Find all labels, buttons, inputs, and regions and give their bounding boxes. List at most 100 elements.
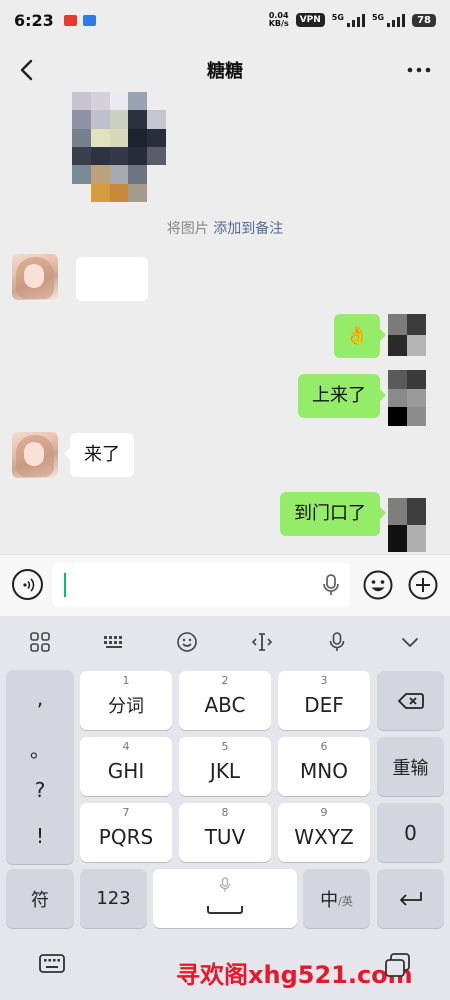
key-number: 3: [320, 674, 328, 687]
key-number: 4: [122, 740, 130, 753]
key-number: 6: [320, 740, 328, 753]
voice-waves-icon: [22, 577, 34, 592]
lang-main-label: 中: [320, 889, 339, 911]
number-mode-key[interactable]: 123: [80, 869, 147, 928]
enter-icon: [399, 891, 422, 906]
keyboard-icon[interactable]: [38, 952, 66, 976]
punctuation-list[interactable]: , 。 ? !: [6, 670, 74, 864]
add-to-remark-link[interactable]: 添加到备注: [213, 221, 283, 237]
punct-question[interactable]: ?: [6, 778, 74, 802]
microphone-small-icon: [219, 877, 231, 892]
pixelated-photo-message[interactable]: [72, 92, 166, 202]
clipboard-switch-icon[interactable]: [384, 952, 412, 978]
key-label: TUV: [204, 824, 246, 849]
text-cursor: [64, 573, 66, 597]
reinput-label: 重输: [392, 757, 429, 779]
key-7[interactable]: 7 PQRS: [80, 803, 172, 862]
enter-key[interactable]: [377, 869, 444, 928]
contact-avatar[interactable]: [12, 254, 58, 300]
language-switch-key[interactable]: 中/英: [303, 869, 370, 928]
key-0[interactable]: 0: [377, 803, 444, 862]
red-app-notification-icon: [63, 14, 77, 26]
incoming-blank-message[interactable]: [76, 257, 148, 301]
backspace-icon: [397, 692, 424, 709]
key-label: MNO: [300, 758, 348, 783]
key-label: JKL: [209, 758, 241, 783]
key-label: GHI: [107, 758, 145, 783]
message-input[interactable]: [52, 563, 350, 607]
message-list[interactable]: 将图片 添加到备注 👌 上来了 来了 到门口了: [0, 92, 450, 554]
key-2[interactable]: 2 ABC: [179, 671, 271, 730]
net-speed-unit: KB/s: [268, 19, 289, 28]
photo-caption: 将图片 添加到备注: [0, 218, 450, 238]
voice-input-button[interactable]: [12, 569, 43, 600]
battery-indicator: 78: [412, 13, 436, 27]
apps-grid-icon[interactable]: [26, 628, 54, 656]
signal-icon-2: 5G: [371, 13, 406, 27]
key-3[interactable]: 3 DEF: [278, 671, 370, 730]
key-number: 2: [221, 674, 229, 687]
key-label: ABC: [204, 692, 246, 717]
ok-hand-emoji: 👌: [345, 325, 368, 346]
net-speed: 0.04 KB/s: [269, 12, 289, 28]
key-4[interactable]: 4 GHI: [80, 737, 172, 796]
key-1[interactable]: 1 分词: [80, 671, 172, 730]
key-8[interactable]: 8 TUV: [179, 803, 271, 862]
key-6[interactable]: 6 MNO: [278, 737, 370, 796]
plus-icon[interactable]: [407, 569, 439, 601]
message-text: 来了: [84, 444, 120, 465]
key-number: 1: [122, 674, 130, 687]
outgoing-message[interactable]: 到门口了: [280, 492, 386, 536]
chat-title: 糖糖: [207, 61, 243, 82]
number-mode-label: 123: [96, 888, 131, 909]
lang-alt-label: /英: [338, 894, 353, 908]
outgoing-message[interactable]: 上来了: [298, 374, 386, 418]
status-time: 6:23: [14, 10, 54, 30]
outgoing-emoji-message[interactable]: 👌: [333, 314, 387, 358]
message-text: 到门口了: [294, 503, 366, 524]
punct-period[interactable]: 。: [6, 734, 74, 763]
watermark-text: 寻欢阁xhg521.com: [176, 961, 413, 989]
signal-icon-1: 5G: [332, 13, 365, 27]
key-label: 分词: [108, 695, 144, 717]
voice-typing-icon[interactable]: [323, 628, 351, 656]
message-text: 上来了: [312, 385, 366, 406]
contact-avatar[interactable]: [12, 432, 58, 478]
blue-app-notification-icon: [82, 14, 96, 26]
self-avatar[interactable]: [388, 370, 426, 426]
reinput-key[interactable]: 重输: [377, 737, 444, 796]
backspace-key[interactable]: [377, 671, 444, 730]
key-number: 7: [122, 806, 130, 819]
keyboard-toolbar: [0, 616, 450, 668]
key-number: 5: [221, 740, 229, 753]
microphone-icon[interactable]: [320, 573, 342, 597]
self-avatar[interactable]: [388, 314, 426, 356]
space-key[interactable]: [153, 869, 297, 928]
back-arrow-icon[interactable]: [14, 56, 42, 84]
space-icon: [207, 905, 243, 914]
sim1-label: 5G: [331, 13, 344, 22]
key-label: WXYZ: [294, 824, 354, 849]
collapse-keyboard-icon[interactable]: [396, 628, 424, 656]
keyboard-layout-icon[interactable]: [100, 628, 128, 656]
punct-comma[interactable]: ,: [6, 686, 74, 710]
key-number: 8: [221, 806, 229, 819]
notification-icons: [63, 14, 96, 26]
more-options-icon[interactable]: [406, 60, 432, 80]
key-9[interactable]: 9 WXYZ: [278, 803, 370, 862]
key-label: 0: [404, 820, 417, 845]
incoming-message[interactable]: 来了: [64, 433, 134, 477]
punct-exclaim[interactable]: !: [6, 824, 74, 848]
emoji-icon[interactable]: [362, 569, 394, 601]
sim2-label: 5G: [371, 13, 385, 22]
self-avatar[interactable]: [388, 498, 426, 552]
cursor-move-icon[interactable]: [248, 628, 276, 656]
key-label: PQRS: [98, 824, 154, 849]
key-5[interactable]: 5 JKL: [179, 737, 271, 796]
vpn-badge: VPN: [295, 13, 325, 27]
symbol-key[interactable]: 符: [6, 869, 74, 928]
bottom-navigation: 寻欢阁xhg521.com: [0, 938, 450, 1000]
photo-caption-text: 将图片: [166, 221, 214, 237]
emoji-panel-icon[interactable]: [173, 628, 201, 656]
status-bar: 6:23 0.04 KB/s VPN 5G 5G 78: [0, 0, 450, 40]
